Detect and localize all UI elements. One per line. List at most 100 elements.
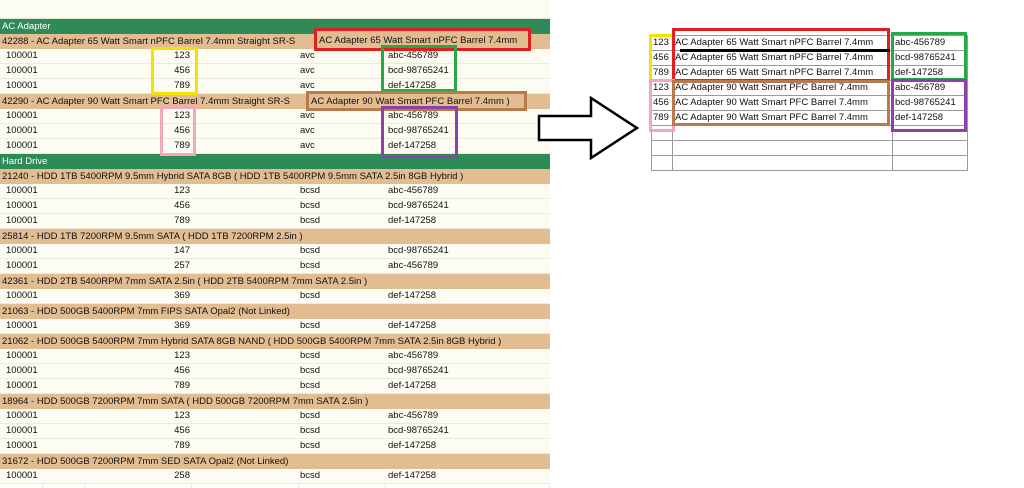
data-row: 100001 369 bcsd def-147258 — [0, 319, 550, 334]
cell: bcsd — [300, 215, 321, 226]
data-row: 100001 789 bcsd def-147258 — [0, 214, 550, 229]
cell: 456 — [174, 125, 190, 136]
cell: 789 — [174, 140, 190, 151]
result-cell: 123 — [651, 80, 673, 96]
cell: 123 — [174, 110, 190, 121]
product-title: 31672 - HDD 500GB 7200RPM 7mm SED SATA O… — [2, 456, 289, 467]
cell: 100001 — [6, 440, 38, 451]
right-arrow-icon — [537, 96, 640, 160]
product-row: 42290 - AC Adapter 90 Watt Smart PFC Bar… — [0, 94, 550, 109]
cell: 100001 — [6, 260, 38, 271]
result-row — [651, 140, 968, 156]
cell: 100001 — [6, 245, 38, 256]
cell: def-147258 — [388, 470, 437, 481]
product-title: 42288 - AC Adapter 65 Watt Smart nPFC Ba… — [2, 36, 296, 47]
cell: 100001 — [6, 380, 38, 391]
sheet-rows: AC Adapter 42288 - AC Adapter 65 Watt Sma… — [0, 19, 550, 484]
result-cell: abc-456789 — [892, 35, 968, 51]
result-row: 123 AC Adapter 65 Watt Smart nPFC Barrel … — [651, 35, 968, 51]
cell: 123 — [174, 410, 190, 421]
product-title: 21240 - HDD 1TB 5400RPM 9.5mm Hybrid SAT… — [2, 171, 464, 182]
product-row: 25814 - HDD 1TB 7200RPM 9.5mm SATA ( HDD… — [0, 229, 550, 244]
result-cell: 456 — [651, 50, 673, 66]
cell: 369 — [174, 320, 190, 331]
data-row: 100001 123 bcsd abc-456789 — [0, 409, 550, 424]
cell: bcd-98765241 — [388, 200, 449, 211]
cell: abc-456789 — [388, 350, 439, 361]
cell: bcd-98765241 — [388, 365, 449, 376]
cell: 456 — [174, 365, 190, 376]
result-cell — [892, 155, 968, 171]
cell: 123 — [174, 50, 190, 61]
cell: bcsd — [300, 380, 321, 391]
cell: abc-456789 — [388, 185, 439, 196]
result-cell: bcd-98765241 — [892, 50, 968, 66]
cell: 100001 — [6, 470, 38, 481]
data-row: 100001 456 bcsd bcd-98765241 — [0, 364, 550, 379]
result-cell: 456 — [651, 95, 673, 111]
result-row — [651, 125, 968, 141]
cell: avc — [300, 125, 315, 136]
result-cell: AC Adapter 65 Watt Smart nPFC Barrel 7.4… — [672, 50, 893, 66]
result-cell: 789 — [651, 65, 673, 81]
cell: abc-456789 — [388, 110, 439, 121]
result-row: 789 AC Adapter 65 Watt Smart nPFC Barrel … — [651, 65, 968, 81]
result-cell — [672, 125, 893, 141]
cell: 100001 — [6, 110, 38, 121]
result-table: 123 AC Adapter 65 Watt Smart nPFC Barrel … — [651, 35, 968, 171]
cell: 100001 — [6, 65, 38, 76]
cell: bcsd — [300, 260, 321, 271]
product-title: 42290 - AC Adapter 90 Watt Smart PFC Bar… — [2, 96, 290, 107]
cell: def-147258 — [388, 440, 437, 451]
cell: 100001 — [6, 365, 38, 376]
result-cell — [672, 155, 893, 171]
cell: def-147258 — [388, 215, 437, 226]
cell: 100001 — [6, 320, 38, 331]
cell: bcsd — [300, 365, 321, 376]
cell: 147 — [174, 245, 190, 256]
cell: bcd-98765241 — [388, 65, 449, 76]
cell: def-147258 — [388, 290, 437, 301]
data-row: 100001 123 avc abc-456789 — [0, 109, 550, 124]
cell: 257 — [174, 260, 190, 271]
result-cell — [672, 140, 893, 156]
product-row: 42288 - AC Adapter 65 Watt Smart nPFC Ba… — [0, 34, 550, 49]
product-title: 42361 - HDD 2TB 5400RPM 7mm SATA 2.5in (… — [2, 276, 368, 287]
product-title: 25814 - HDD 1TB 7200RPM 9.5mm SATA ( HDD… — [2, 231, 303, 242]
cell: abc-456789 — [388, 410, 439, 421]
cell: avc — [300, 110, 315, 121]
data-row: 100001 456 avc bcd-98765241 — [0, 124, 550, 139]
cell: 100001 — [6, 140, 38, 151]
category-label: AC Adapter — [2, 21, 51, 32]
cell: bcsd — [300, 290, 321, 301]
product-title: 21063 - HDD 500GB 5400RPM 7mm FIPS SATA … — [2, 306, 290, 317]
result-cell: AC Adapter 90 Watt Smart PFC Barrel 7.4m… — [672, 80, 893, 96]
cell: bcsd — [300, 425, 321, 436]
cell: bcsd — [300, 410, 321, 421]
cell: 369 — [174, 290, 190, 301]
cell: bcsd — [300, 440, 321, 451]
cell: 100001 — [6, 290, 38, 301]
result-cell: def-147258 — [892, 65, 968, 81]
cell: bcsd — [300, 320, 321, 331]
product-title: 21062 - HDD 500GB 5400RPM 7mm Hybrid SAT… — [2, 336, 502, 347]
source-spreadsheet: AC Adapter 42288 - AC Adapter 65 Watt Sma… — [0, 0, 550, 488]
result-row: 123 AC Adapter 90 Watt Smart PFC Barrel 7… — [651, 80, 968, 96]
sheet-header-row — [0, 0, 550, 19]
result-row: 456 AC Adapter 90 Watt Smart PFC Barrel 7… — [651, 95, 968, 111]
cell: def-147258 — [388, 140, 437, 151]
result-cell: 789 — [651, 110, 673, 126]
cell: 123 — [174, 350, 190, 361]
category-label: Hard Drive — [2, 156, 48, 167]
cell: def-147258 — [388, 80, 437, 91]
cell: 789 — [174, 215, 190, 226]
cell: 456 — [174, 425, 190, 436]
cell: 100001 — [6, 80, 38, 91]
cell: avc — [300, 65, 315, 76]
cell: bcsd — [300, 245, 321, 256]
result-cell: abc-456789 — [892, 80, 968, 96]
result-cell: AC Adapter 65 Watt Smart nPFC Barrel 7.4… — [672, 65, 893, 81]
result-row: 456 AC Adapter 65 Watt Smart nPFC Barrel … — [651, 50, 968, 66]
result-cell — [651, 125, 673, 141]
category-row: Hard Drive — [0, 154, 550, 169]
